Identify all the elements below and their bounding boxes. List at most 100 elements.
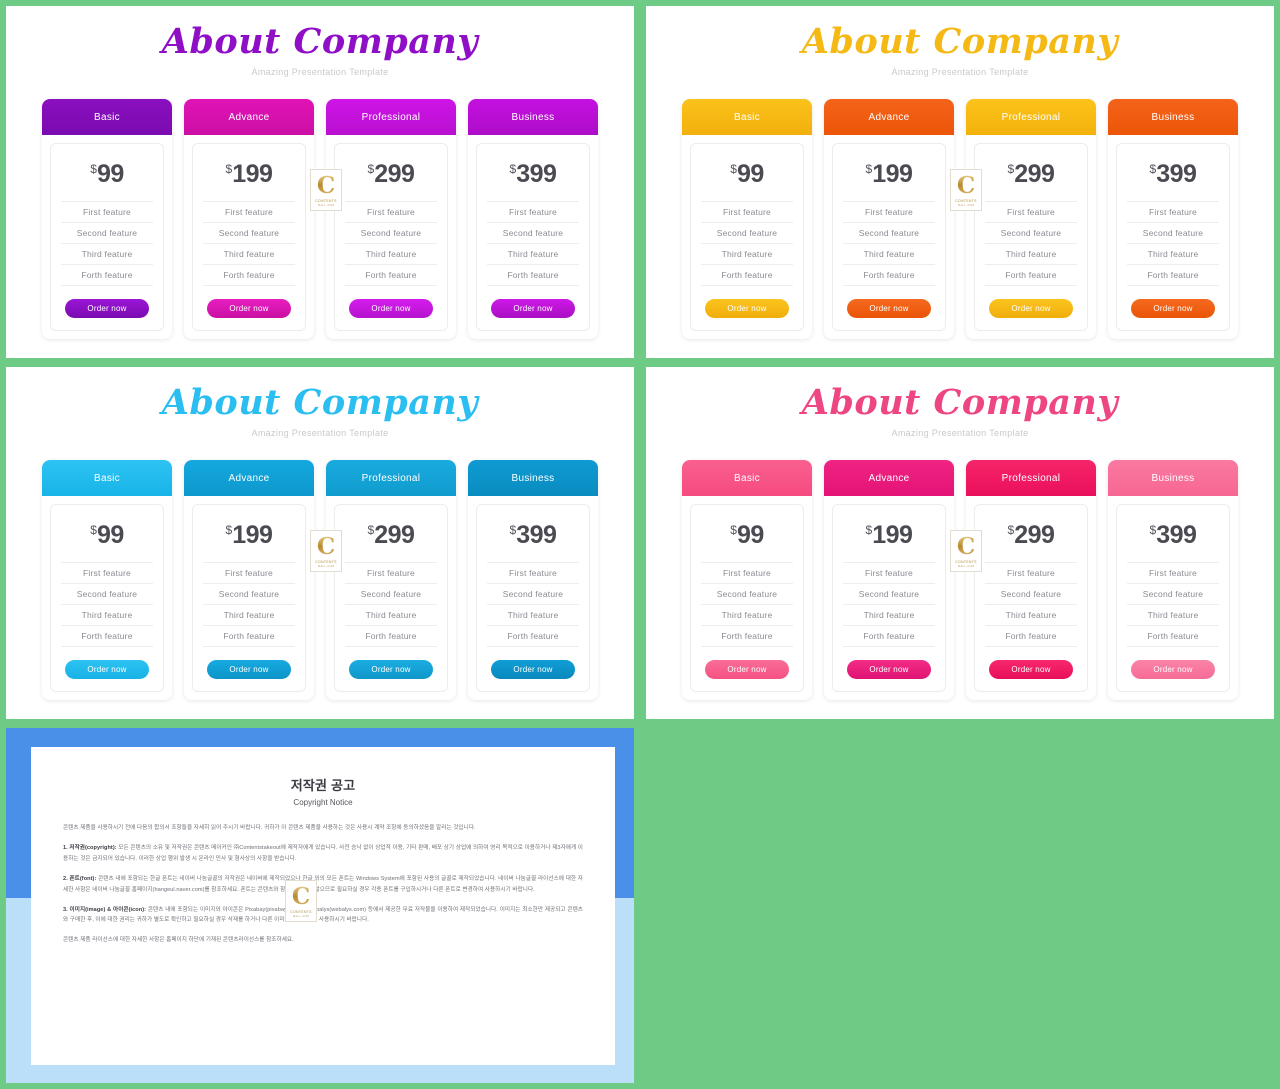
feature-row: Second feature xyxy=(61,222,153,243)
copyright-sheet: 저작권 공고 Copyright Notice 콘텐츠 제품을 사용하시기 전에… xyxy=(31,747,615,1065)
order-now-button[interactable]: Order now xyxy=(207,660,291,680)
order-button-wrap: Order now xyxy=(1127,286,1219,319)
plan-name: Business xyxy=(511,111,555,123)
watermark-letter-icon: C xyxy=(316,171,336,199)
watermark-line1: CONTENTS xyxy=(315,559,337,564)
copyright-paragraph: 2. 폰트(font): 콘텐츠 내에 포함되는 한글 폰트는 네이버 나눔글꼴… xyxy=(63,875,583,893)
plan-name: Advance xyxy=(868,472,910,484)
slide-copyright-notice: 저작권 공고 Copyright Notice 콘텐츠 제품을 사용하시기 전에… xyxy=(6,728,634,1083)
order-now-button[interactable]: Order now xyxy=(1131,299,1215,319)
pricing-card-body: $99 First feature Second feature Third feat… xyxy=(50,504,164,693)
order-now-button[interactable]: Order now xyxy=(847,660,931,680)
watermark-letter-icon: C xyxy=(956,532,976,560)
feature-row: Forth feature xyxy=(985,264,1077,287)
feature-row: Second feature xyxy=(203,583,295,604)
feature-row: Second feature xyxy=(701,583,793,604)
watermark-line1: CONTENTS xyxy=(315,198,337,203)
pricing-card: Advance $199 First feature Second feature Th… xyxy=(184,460,314,701)
order-now-button[interactable]: Order now xyxy=(989,660,1073,680)
copyright-paragraph: 1. 저작권(copyright): 모든 콘텐츠의 소유 및 저작권은 콘텐츠… xyxy=(63,844,583,862)
pricing-card-body: $199 First feature Second feature Third fea… xyxy=(192,143,306,332)
feature-row: Forth feature xyxy=(701,625,793,648)
watermark-line1: CONTENTS xyxy=(290,909,312,914)
price-amount: 399 xyxy=(516,160,557,189)
feature-row: Third feature xyxy=(345,243,437,264)
feature-row: Third feature xyxy=(61,604,153,625)
pricing-card-body: $299 First feature Second feature Third fea… xyxy=(334,143,448,332)
order-now-button[interactable]: Order now xyxy=(847,299,931,319)
pricing-card-header: Advance xyxy=(184,460,314,497)
price-display: $199 xyxy=(843,152,935,201)
order-button-wrap: Order now xyxy=(701,286,793,319)
order-now-button[interactable]: Order now xyxy=(65,299,149,319)
plan-name: Basic xyxy=(94,111,120,123)
page-title: About Company xyxy=(161,382,479,423)
pricing-card-header: Basic xyxy=(42,460,172,497)
price-amount: 199 xyxy=(232,521,273,550)
feature-row: Forth feature xyxy=(345,264,437,287)
plan-name: Advance xyxy=(868,111,910,123)
feature-row: Second feature xyxy=(985,222,1077,243)
order-now-button[interactable]: Order now xyxy=(1131,660,1215,680)
order-now-button[interactable]: Order now xyxy=(491,660,575,680)
feature-row: First feature xyxy=(843,201,935,222)
feature-row: Forth feature xyxy=(203,264,295,287)
price-amount: 399 xyxy=(1156,521,1197,550)
order-button-wrap: Order now xyxy=(985,647,1077,680)
feature-row: Second feature xyxy=(61,583,153,604)
order-now-button[interactable]: Order now xyxy=(349,660,433,680)
price-amount: 199 xyxy=(872,521,913,550)
price-amount: 299 xyxy=(1014,521,1055,550)
pricing-card-header: Basic xyxy=(682,99,812,136)
pricing-card-group: Basic $99 First feature Second feature Third… xyxy=(646,99,1274,340)
price-amount: 199 xyxy=(872,160,913,189)
order-now-button[interactable]: Order now xyxy=(705,299,789,319)
contents-mall-watermark-logo: C CONTENTS MALL .COM xyxy=(285,880,317,922)
currency-symbol: $ xyxy=(90,523,97,538)
pricing-card: Professional $299 First feature Second feat… xyxy=(966,99,1096,340)
feature-row: Third feature xyxy=(843,243,935,264)
feature-row: Second feature xyxy=(843,583,935,604)
order-now-button[interactable]: Order now xyxy=(207,299,291,319)
feature-row: First feature xyxy=(345,562,437,583)
copyright-paragraph: 콘텐츠 제품 라이선스에 대한 자세한 사항은 홈페이지 하단에 기재된 콘텐츠… xyxy=(63,937,294,944)
page-subtitle: Amazing Presentation Template xyxy=(891,428,1029,439)
feature-row: Forth feature xyxy=(1127,264,1219,287)
currency-symbol: $ xyxy=(730,523,737,538)
price-display: $299 xyxy=(345,152,437,201)
price-amount: 99 xyxy=(736,521,764,550)
feature-row: First feature xyxy=(203,562,295,583)
order-now-button[interactable]: Order now xyxy=(989,299,1073,319)
pricing-card-header: Business xyxy=(468,460,598,497)
feature-row: First feature xyxy=(985,201,1077,222)
price-display: $99 xyxy=(701,152,793,201)
feature-row: First feature xyxy=(345,201,437,222)
slide-blue: About Company Amazing Presentation Templ… xyxy=(6,367,634,719)
feature-row: Second feature xyxy=(487,583,579,604)
watermark-letter-icon: C xyxy=(291,882,311,910)
pricing-card-body: $199 First feature Second feature Third fea… xyxy=(832,504,946,693)
feature-row: Third feature xyxy=(203,243,295,264)
order-now-button[interactable]: Order now xyxy=(349,299,433,319)
price-amount: 299 xyxy=(374,160,415,189)
feature-row: Forth feature xyxy=(985,625,1077,648)
pricing-card-header: Business xyxy=(468,99,598,136)
feature-row: Second feature xyxy=(843,222,935,243)
page-title: About Company xyxy=(161,21,479,62)
order-now-button[interactable]: Order now xyxy=(65,660,149,680)
order-now-button[interactable]: Order now xyxy=(705,660,789,680)
feature-row: Second feature xyxy=(345,222,437,243)
feature-row: First feature xyxy=(843,562,935,583)
order-button-wrap: Order now xyxy=(701,647,793,680)
feature-row: First feature xyxy=(203,201,295,222)
page-title: About Company xyxy=(801,382,1119,423)
slide-orange: About Company Amazing Presentation Templ… xyxy=(646,6,1274,358)
watermark-line2: MALL .COM xyxy=(318,203,334,207)
price-display: $199 xyxy=(203,513,295,562)
order-button-wrap: Order now xyxy=(61,647,153,680)
pricing-card: Business $399 First feature Second feature T… xyxy=(1108,460,1238,701)
contents-mall-watermark-logo: C CONTENTS MALL .COM xyxy=(310,530,342,572)
pricing-card: Basic $99 First feature Second feature Third… xyxy=(42,99,172,340)
feature-row: Second feature xyxy=(701,222,793,243)
order-now-button[interactable]: Order now xyxy=(491,299,575,319)
